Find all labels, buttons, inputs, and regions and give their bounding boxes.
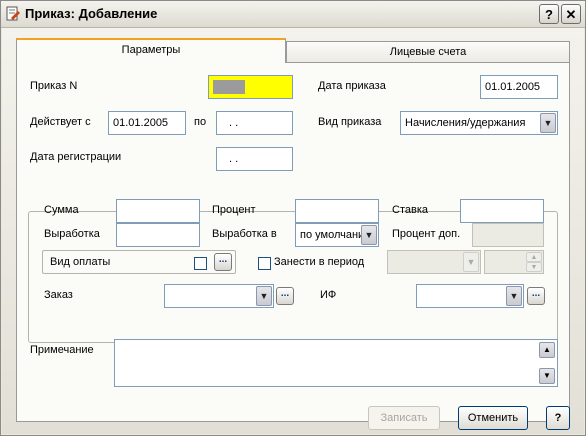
tab-parameters[interactable]: Параметры [16,38,286,63]
sum-field[interactable] [116,199,200,223]
valid-from-field[interactable]: 01.01.2005 [108,111,186,135]
save-button[interactable]: Записать [368,406,440,430]
output-in-select[interactable]: по умолчани ▼ [295,223,379,247]
order-ref-label: Заказ [44,289,73,301]
order-date-field[interactable]: 01.01.2005 [480,75,558,99]
scroll-down-icon[interactable]: ▼ [539,368,555,384]
cancel-button[interactable]: Отменить [458,406,528,430]
dialog-window: Приказ: Добавление ? ✕ Параметры Лицевые… [0,0,586,436]
percent-extra-field[interactable] [472,223,544,247]
spin-up-icon[interactable]: ▲ [526,252,542,262]
percent-label: Процент [212,204,256,216]
note-textarea[interactable] [114,339,558,387]
add-to-period-label: Занести в период [274,256,365,268]
rate-field[interactable] [460,199,544,223]
window-title: Приказ: Добавление [25,6,158,21]
sum-label: Сумма [44,204,79,216]
order-type-select[interactable]: Начисления/удержания ▼ [400,111,558,135]
add-to-period-checkbox[interactable] [258,257,271,270]
chevron-down-icon[interactable]: ▼ [256,286,272,306]
order-no-selection [213,80,245,94]
if-select[interactable]: ▼ [416,284,524,308]
document-edit-icon [6,6,20,21]
pay-type-checkbox[interactable] [194,257,207,270]
order-type-value: Начисления/удержания [405,117,526,129]
output-label: Выработка [44,228,100,240]
order-ref-select[interactable]: ▼ [164,284,274,308]
valid-to-label: по [194,116,207,128]
rate-label: Ставка [392,204,428,216]
output-in-label: Выработка в [212,228,277,240]
output-in-value: по умолчани [300,229,365,241]
order-no-field[interactable] [208,75,293,99]
help-button[interactable]: ? [546,406,570,430]
if-label: ИФ [320,289,337,301]
reg-date-field[interactable]: . . [216,147,293,171]
chevron-down-icon[interactable]: ▼ [506,286,522,306]
title-close-button[interactable]: ✕ [561,4,581,24]
chevron-down-icon[interactable]: ▼ [463,252,479,272]
if-browse-button[interactable]: ... [527,287,545,305]
valid-to-field[interactable]: . . [216,111,293,135]
order-date-label: Дата приказа [318,80,386,92]
percent-field[interactable] [295,199,379,223]
period-year-spinner[interactable]: ▲ ▼ [484,250,544,274]
pay-type-browse-button[interactable]: ... [214,253,232,271]
note-label: Примечание [30,344,94,356]
order-ref-browse-button[interactable]: ... [276,287,294,305]
order-type-label: Вид приказа [318,116,382,128]
spin-down-icon[interactable]: ▼ [526,262,542,272]
tab-accounts[interactable]: Лицевые счета [286,41,570,63]
chevron-down-icon[interactable]: ▼ [361,225,377,245]
order-no-label: Приказ N [30,80,78,92]
chevron-down-icon[interactable]: ▼ [540,113,556,133]
output-field[interactable] [116,223,200,247]
period-month-select[interactable]: ▼ [387,250,481,274]
title-bar[interactable]: Приказ: Добавление ? ✕ [1,1,585,28]
valid-from-label: Действует с [30,116,91,128]
title-help-button[interactable]: ? [539,4,559,24]
reg-date-label: Дата регистрации [30,151,122,163]
dialog-client-area: Параметры Лицевые счета Приказ N Дата пр… [2,28,584,434]
pay-type-label: Вид оплаты [50,256,111,268]
percent-extra-label: Процент доп. [392,228,461,240]
scroll-up-icon[interactable]: ▲ [539,342,555,358]
